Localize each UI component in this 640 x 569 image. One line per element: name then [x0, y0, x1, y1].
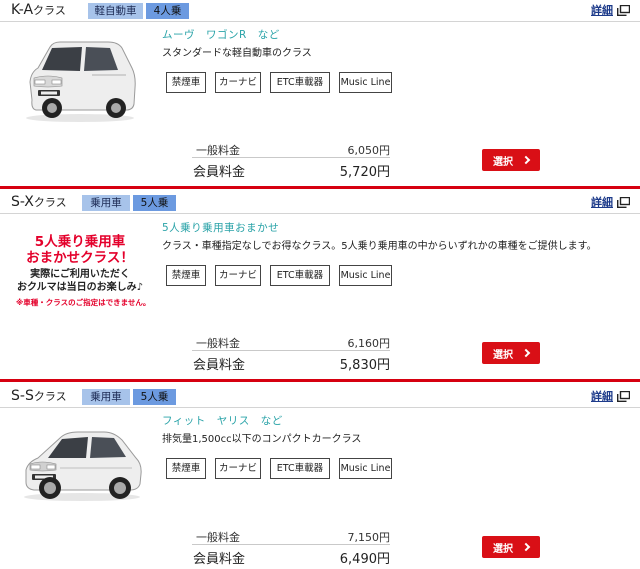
external-window-icon: [617, 196, 630, 208]
tag-vehicle-type: 軽自動車: [88, 3, 143, 19]
regular-price-label: 一般料金: [196, 144, 240, 157]
promo-note: ※車種・クラスのご指定はできません。: [16, 298, 151, 307]
plan-card-sx: S-Xクラス 乗用車 5人乗 詳細 5人乗り乗用車 おまかせクラス！ 実際にご利…: [0, 192, 640, 378]
feature-navi: カーナビ: [215, 265, 261, 286]
detail-link[interactable]: 詳細: [591, 2, 630, 18]
chevron-right-icon: [521, 348, 531, 358]
member-price: 5,830円: [339, 358, 390, 373]
select-button[interactable]: 選択: [482, 536, 540, 558]
class-name: K-Aクラス: [11, 2, 66, 18]
feature-etc: ETC車載器: [270, 72, 330, 93]
class-name: S-Sクラス: [11, 388, 67, 404]
model-names: ムーヴ ワゴンR など: [162, 29, 280, 41]
price-divider: [192, 544, 390, 545]
regular-price-label: 一般料金: [196, 531, 240, 544]
tag-capacity: 5人乗: [133, 195, 176, 211]
tag-capacity: 4人乗: [146, 3, 189, 19]
promo-title-line1: 5人乗り乗用車: [34, 234, 126, 250]
feature-navi: カーナビ: [215, 458, 261, 479]
regular-price-label: 一般料金: [196, 337, 240, 350]
chevron-right-icon: [521, 542, 531, 552]
member-price-label: 会員料金: [193, 552, 246, 567]
section-divider: [0, 186, 640, 189]
feature-non-smoking: 禁煙車: [166, 72, 206, 93]
feature-list: 禁煙車 カーナビ ETC車載器 Music Line: [166, 458, 392, 479]
select-button[interactable]: 選択: [482, 342, 540, 364]
tag-vehicle-type: 乗用車: [82, 195, 130, 211]
detail-link[interactable]: 詳細: [591, 388, 630, 404]
regular-price: 6,050円: [347, 144, 391, 157]
plan-description: スタンダードな軽自動車のクラス: [162, 48, 312, 59]
feature-list: 禁煙車 カーナビ ETC車載器 Music Line: [166, 265, 392, 286]
model-names: フィット ヤリス など: [162, 415, 283, 427]
car-image: [26, 41, 136, 122]
price-divider: [192, 157, 390, 158]
feature-etc: ETC車載器: [270, 265, 330, 286]
promo-banner: 5人乗り乗用車 おまかせクラス！ 実際にご利用いただく おクルマは当日のお楽しみ…: [16, 234, 151, 308]
plan-header: S-Sクラス 乗用車 5人乗 詳細: [0, 386, 640, 408]
chevron-right-icon: [521, 155, 531, 165]
promo-text-line2: おクルマは当日のお楽しみ♪: [16, 282, 144, 293]
external-window-icon: [617, 4, 630, 16]
member-price: 6,490円: [339, 552, 390, 567]
regular-price: 6,160円: [347, 337, 391, 350]
promo-title-line2: おまかせクラス！: [26, 250, 134, 266]
plan-header: K-Aクラス 軽自動車 4人乗 詳細: [0, 0, 640, 22]
section-divider: [0, 379, 640, 382]
plan-header: S-Xクラス 乗用車 5人乗 詳細: [0, 192, 640, 214]
feature-list: 禁煙車 カーナビ ETC車載器 Music Line: [166, 72, 392, 93]
member-price: 5,720円: [339, 165, 390, 180]
plan-description: クラス・車種指定なしでお得なクラス。5人乗り乗用車の中からいずれかの車種をご提供…: [162, 241, 597, 252]
plan-card-ka: K-Aクラス 軽自動車 4人乗 詳細 ムーヴ ワゴンR など スタンダードな軽自…: [0, 0, 640, 186]
feature-non-smoking: 禁煙車: [166, 265, 206, 286]
external-window-icon: [617, 390, 630, 402]
feature-music-line: Music Line: [339, 265, 392, 286]
select-button[interactable]: 選択: [482, 149, 540, 171]
price-divider: [192, 350, 390, 351]
member-price-label: 会員料金: [193, 358, 246, 373]
feature-music-line: Music Line: [339, 458, 392, 479]
feature-etc: ETC車載器: [270, 458, 330, 479]
plan-description: 排気量1,500cc以下のコンパクトカークラス: [162, 434, 362, 445]
detail-link[interactable]: 詳細: [591, 194, 630, 210]
member-price-label: 会員料金: [193, 165, 246, 180]
promo-text-line1: 実際にご利用いただく: [30, 269, 130, 280]
car-image: [24, 431, 142, 501]
model-names: 5人乗り乗用車おまかせ: [162, 222, 280, 234]
plan-card-ss: S-Sクラス 乗用車 5人乗 詳細 フィット ヤリス など 排気量1,500cc…: [0, 386, 640, 569]
regular-price: 7,150円: [347, 531, 391, 544]
feature-music-line: Music Line: [339, 72, 392, 93]
feature-navi: カーナビ: [215, 72, 261, 93]
class-name: S-Xクラス: [11, 194, 67, 210]
tag-vehicle-type: 乗用車: [82, 389, 130, 405]
feature-non-smoking: 禁煙車: [166, 458, 206, 479]
tag-capacity: 5人乗: [133, 389, 176, 405]
